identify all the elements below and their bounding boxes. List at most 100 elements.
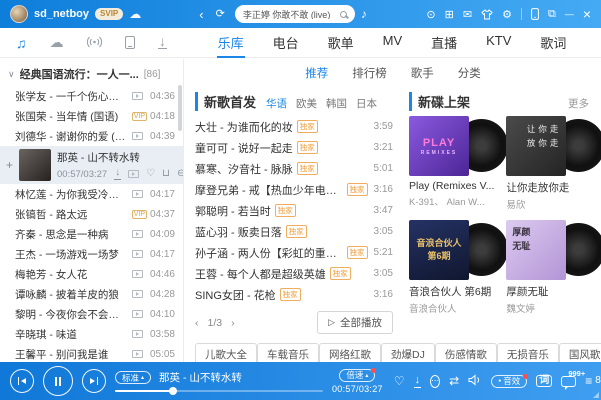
- settings-icon[interactable]: ⚙: [502, 8, 512, 21]
- subtab-charts[interactable]: 排行榜: [352, 65, 387, 81]
- play-all-button[interactable]: ▷ 全部播放: [317, 311, 393, 334]
- download-icon[interactable]: ↓: [114, 168, 121, 180]
- album-artist[interactable]: 音浪合伙人: [409, 301, 494, 315]
- subtab-categories[interactable]: 分类: [458, 65, 481, 81]
- remove-icon[interactable]: ⊖: [177, 169, 184, 179]
- search-icon[interactable]: [340, 11, 347, 18]
- back-icon[interactable]: ‹: [199, 7, 203, 22]
- mv-icon[interactable]: [132, 250, 143, 258]
- download-icon[interactable]: ↓: [414, 375, 422, 388]
- mini-mode-icon[interactable]: ⧉: [548, 8, 556, 21]
- close-icon[interactable]: ×: [583, 6, 591, 22]
- next-button[interactable]: [82, 369, 106, 393]
- more-options-icon[interactable]: ⋯: [430, 375, 440, 388]
- play-mode-icon[interactable]: ⇄: [449, 375, 459, 387]
- album-cover[interactable]: 让你走放你走: [506, 116, 566, 176]
- favorite-icon[interactable]: ♡: [146, 169, 155, 179]
- album-cover[interactable]: 厚颜无耻: [506, 220, 566, 280]
- download-manager-icon[interactable]: ↓: [158, 36, 167, 49]
- apps-icon[interactable]: ⊞: [445, 8, 454, 21]
- mail-icon[interactable]: ✉: [463, 8, 472, 21]
- album-title[interactable]: 音浪合伙人 第6期: [409, 284, 494, 299]
- filter-western[interactable]: 欧美: [296, 96, 317, 111]
- category-tag[interactable]: 无损音乐: [497, 343, 559, 362]
- chevron-down-icon[interactable]: ∨: [8, 69, 15, 80]
- search-box[interactable]: [235, 5, 355, 23]
- new-song-row[interactable]: 慕寒、汐音社 - 脉脉 独家 5:01: [195, 158, 393, 179]
- category-tag[interactable]: 劲爆DJ: [381, 343, 435, 362]
- album-cover[interactable]: PLAYREMIXES: [409, 116, 469, 176]
- album-cover[interactable]: 音浪合伙人第6期: [409, 220, 469, 280]
- category-tag[interactable]: 车载音乐: [257, 343, 319, 362]
- sidebar-song-row[interactable]: 齐秦 - 思念是一种病 04:09: [0, 224, 183, 244]
- subtab-artists[interactable]: 歌手: [411, 65, 434, 81]
- mv-icon[interactable]: [132, 190, 143, 198]
- new-song-row[interactable]: 摩登兄弟 - 戒【热血少年电视剧片... 独家 3:16: [195, 179, 393, 200]
- sidebar-song-row[interactable]: 梅艳芳 - 女人花 04:46: [0, 264, 183, 284]
- play-queue-button[interactable]: ≡ 86: [585, 375, 601, 387]
- song-recognition-icon[interactable]: ♪: [361, 8, 367, 20]
- sidebar-song-row[interactable]: 刘德华 - 谢谢你的爱 (国语) 04:39: [0, 126, 183, 146]
- previous-button[interactable]: [10, 369, 34, 393]
- pager-prev-icon[interactable]: ‹: [195, 317, 199, 329]
- skin-icon[interactable]: [481, 9, 493, 20]
- now-playing-row[interactable]: + 那英 - 山不转水转 00:57/03:27 ↓ ♡ ⊔ ⊖: [0, 146, 183, 184]
- subtab-recommend[interactable]: 推荐: [305, 65, 328, 81]
- category-tag[interactable]: 儿歌大全: [195, 343, 257, 362]
- new-song-row[interactable]: 蓝心羽 - 贩卖日落 独家 3:05: [195, 221, 393, 242]
- device-icon[interactable]: [125, 36, 135, 49]
- sidebar-song-row[interactable]: 黎明 - 今夜你会不会来 (国语) 04:10: [0, 304, 183, 324]
- sidebar-scrollbar[interactable]: [178, 85, 182, 131]
- mv-icon[interactable]: [132, 92, 143, 100]
- filter-japanese[interactable]: 日本: [356, 96, 377, 111]
- favorite-icon[interactable]: ♡: [394, 375, 405, 387]
- resize-grip[interactable]: [593, 392, 599, 398]
- mv-icon[interactable]: [132, 330, 143, 338]
- delete-icon[interactable]: ⊔: [162, 169, 170, 179]
- sidebar-song-row[interactable]: 张学友 - 一千个伤心的理由 04:36: [0, 86, 183, 106]
- tab-lyrics[interactable]: 歌词: [539, 27, 567, 58]
- album-title[interactable]: 厚颜无耻: [506, 284, 589, 299]
- quality-selector[interactable]: 标准▴: [115, 371, 151, 384]
- mv-icon[interactable]: [132, 350, 143, 358]
- now-playing-thumbnail[interactable]: [19, 149, 51, 181]
- cloud-music-icon[interactable]: ☁: [50, 34, 64, 51]
- album-card[interactable]: PLAYREMIXES Play (Remixes V... K-391、 Al…: [409, 116, 494, 211]
- sound-effect-button[interactable]: ●音效: [491, 375, 527, 388]
- new-song-row[interactable]: 王蓉 - 每个人都是超级英雄 独家 3:05: [195, 263, 393, 284]
- mv-icon[interactable]: [132, 270, 143, 278]
- progress-bar[interactable]: [115, 390, 323, 392]
- cloud-sync-icon[interactable]: ☁: [129, 8, 141, 20]
- album-artist[interactable]: 魏文婷: [506, 301, 589, 315]
- mv-icon[interactable]: [132, 132, 143, 140]
- album-title[interactable]: Play (Remixes V...: [409, 180, 494, 192]
- dynamic-icon[interactable]: ⊙: [426, 8, 435, 21]
- new-song-row[interactable]: 大壮 - 为谁而化的妆 独家 3:59: [195, 116, 393, 137]
- sidebar-song-row[interactable]: 谭咏麟 - 披着羊皮的狼 04:28: [0, 284, 183, 304]
- username[interactable]: sd_netboy: [34, 8, 89, 20]
- tab-radio[interactable]: 电台: [272, 27, 300, 58]
- speed-selector[interactable]: 倍速▴: [339, 369, 375, 382]
- tab-ktv[interactable]: KTV: [485, 27, 512, 58]
- new-song-row[interactable]: 童可可 - 说好一起走 独家 3:21: [195, 137, 393, 158]
- mv-icon[interactable]: [132, 290, 143, 298]
- category-tag[interactable]: 伤感情歌: [435, 343, 497, 362]
- sidebar-song-row[interactable]: 林忆莲 - 为你我受冷风吹 04:17: [0, 184, 183, 204]
- pager-next-icon[interactable]: ›: [231, 317, 235, 329]
- mv-icon[interactable]: [132, 310, 143, 318]
- radio-icon[interactable]: [87, 35, 102, 51]
- svip-badge[interactable]: SVIP: [95, 8, 123, 20]
- sidebar-song-row[interactable]: 王馨平 - 别问我是谁 05:05: [0, 344, 183, 362]
- minimize-icon[interactable]: —: [565, 9, 574, 19]
- album-card[interactable]: 厚颜无耻 厚颜无耻 魏文婷: [506, 220, 589, 315]
- tab-live[interactable]: 直播: [430, 27, 458, 58]
- volume-icon[interactable]: [468, 374, 482, 388]
- album-artist[interactable]: K-391、 Alan W...: [409, 194, 494, 208]
- album-card[interactable]: 音浪合伙人第6期 音浪合伙人 第6期 音浪合伙人: [409, 220, 494, 315]
- filter-chinese[interactable]: 华语: [266, 96, 287, 111]
- new-song-row[interactable]: 孙子涵 - 两人份【彩虹的重力电视... 独家 5:21: [195, 242, 393, 263]
- new-song-row[interactable]: 郭聪明 - 若当时 独家 3:47: [195, 200, 393, 221]
- tab-mv[interactable]: MV: [382, 27, 404, 58]
- player-song-title[interactable]: 那英 - 山不转水转: [159, 370, 242, 385]
- album-artist[interactable]: 易欣: [506, 197, 589, 211]
